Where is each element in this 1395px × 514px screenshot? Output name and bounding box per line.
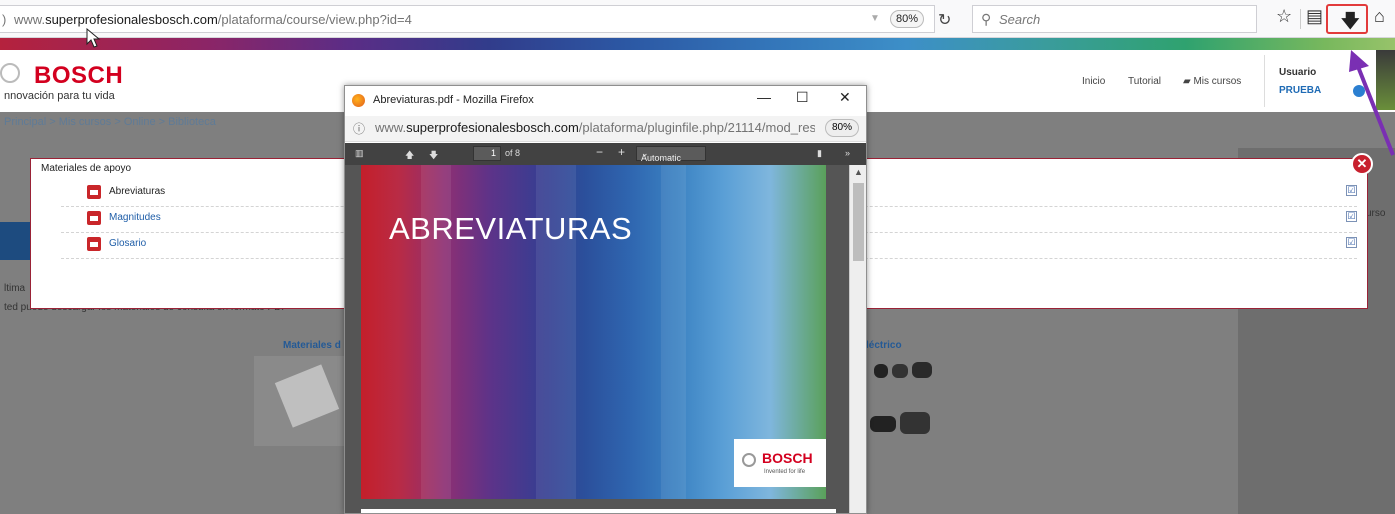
pdf-viewer-area[interactable]: ABREVIATURAS BOSCH Invented for life ▲ [345, 165, 866, 513]
reading-list-icon[interactable]: ▤ [1306, 6, 1323, 27]
background-text-1: ltima [4, 283, 26, 294]
book-icon: ▰ [1183, 76, 1194, 87]
search-icon: ⚲ [981, 11, 992, 27]
home-icon[interactable]: ⌂ [1374, 6, 1385, 27]
page-number-input[interactable]: 1 [473, 146, 501, 161]
nav-inicio[interactable]: Inicio [1082, 76, 1105, 87]
card-title-right: léctrico [866, 340, 902, 351]
bookmark-icon[interactable]: ▮ [817, 148, 822, 159]
popup-address-bar[interactable]: ⓘ www.superprofesionalesbosch.com/plataf… [345, 116, 866, 142]
bosch-armature-icon [742, 453, 756, 467]
url-edge-char: ) [2, 12, 7, 27]
left-blue-block [0, 222, 30, 260]
zoom-out-icon[interactable]: − [596, 145, 603, 159]
search-box[interactable]: ⚲ Search [972, 5, 1257, 33]
downloads-button[interactable]: 🡇 [1326, 4, 1368, 34]
address-bar[interactable]: ) www.superprofesionalesbosch.com/plataf… [0, 5, 951, 33]
previous-page-icon[interactable]: 🡅 [405, 148, 414, 164]
electrical-parts-image [866, 358, 936, 442]
pdf-file-icon [87, 211, 101, 225]
toolbar-separator [1300, 9, 1301, 29]
url-domain: superprofesionalesbosch.com [45, 12, 218, 27]
popup-zoom-indicator[interactable]: 80% [825, 119, 859, 137]
completion-checkbox[interactable]: ☑ [1346, 185, 1357, 196]
zoom-in-icon[interactable]: + [618, 145, 625, 159]
item-link-magnitudes[interactable]: Magnitudes [109, 212, 161, 223]
pdf-viewer-toolbar: ▥ 🡅 🡇 1 of 8 − + Automatic Zoom ⌄ ▮ » [345, 143, 866, 176]
zoom-indicator[interactable]: 80% [890, 10, 924, 28]
card-title-left: Materiales d [283, 340, 341, 351]
minimize-icon[interactable]: — [757, 89, 771, 105]
page-count: of 8 [505, 148, 521, 158]
pdf-bosch-logo: BOSCH Invented for life [734, 439, 826, 487]
annotation-arrow-icon [1349, 50, 1395, 156]
completion-checkbox[interactable]: ☑ [1346, 237, 1357, 248]
dialog-title: Materiales de apoyo [41, 163, 132, 174]
popup-url-path: /plataforma/pluginfile.php/21114/mod_res [578, 120, 815, 135]
popup-titlebar[interactable]: Abreviaturas.pdf - Mozilla Firefox — ☐ ✕ [345, 86, 866, 116]
pdf-popup-window: Abreviaturas.pdf - Mozilla Firefox — ☐ ✕… [344, 85, 867, 514]
pdf-next-page [361, 509, 836, 513]
popup-url[interactable]: www.superprofesionalesbosch.com/platafor… [375, 120, 815, 135]
popup-title: Abreviaturas.pdf - Mozilla Firefox [373, 94, 534, 106]
pdf-logo-text: BOSCH [762, 450, 813, 466]
url-prefix: www. [14, 12, 46, 27]
scroll-up-icon[interactable]: ▲ [854, 167, 863, 177]
bosch-armature-icon [0, 63, 20, 83]
download-arrow-icon: 🡇 [1341, 11, 1360, 31]
pdf-cover-title: ABREVIATURAS [389, 211, 633, 246]
item-link-abreviaturas[interactable]: Abreviaturas [109, 186, 165, 197]
nav-mis-cursos-label: Mis cursos [1193, 76, 1242, 87]
close-icon[interactable]: ✕ [839, 89, 851, 106]
address-url[interactable]: www.superprofesionalesbosch.com/platafor… [14, 12, 412, 27]
pdf-file-icon [87, 237, 101, 251]
bosch-tagline: nnovación para tu vida [4, 90, 115, 102]
user-name: PRUEBA [1279, 85, 1322, 96]
popup-url-prefix: www. [375, 120, 407, 135]
breadcrumb[interactable]: Principal > Mis cursos > Online > Biblio… [4, 116, 216, 128]
next-page-icon[interactable]: 🡇 [429, 148, 438, 164]
pdf-scrollbar[interactable]: ▲ [849, 165, 866, 513]
info-icon[interactable]: ⓘ [353, 120, 365, 137]
url-path: /plataforma/course/view.php?id=4 [217, 12, 412, 27]
mouse-cursor-icon [86, 28, 101, 48]
completion-checkbox[interactable]: ☑ [1346, 211, 1357, 222]
bookmark-star-icon[interactable]: ☆ [1276, 6, 1292, 27]
item-link-glosario[interactable]: Glosario [109, 238, 146, 249]
zoom-select[interactable]: Automatic Zoom ⌄ [636, 146, 706, 176]
bosch-logo[interactable]: BOSCH [34, 62, 123, 90]
user-label: Usuario [1279, 67, 1317, 78]
pdf-logo-tagline: Invented for life [764, 469, 806, 475]
search-placeholder: Search [999, 12, 1041, 27]
maximize-icon[interactable]: ☐ [796, 89, 809, 106]
url-dropdown-icon[interactable]: ▼ [870, 13, 880, 24]
popup-url-domain: superprofesionalesbosch.com [406, 120, 579, 135]
browser-toolbar: ) www.superprofesionalesbosch.com/plataf… [0, 0, 1395, 38]
pdf-cover-page: ABREVIATURAS BOSCH Invented for life [361, 165, 826, 499]
nav-tutorial[interactable]: Tutorial [1128, 76, 1161, 87]
right-column-text: urso [1366, 208, 1386, 219]
scrollbar-thumb[interactable] [853, 183, 864, 261]
firefox-logo-icon [352, 94, 365, 107]
pdf-file-icon [87, 185, 101, 199]
tools-menu-icon[interactable]: » [845, 148, 850, 158]
sidebar-toggle-icon[interactable]: ▥ [355, 148, 364, 159]
nav-mis-cursos[interactable]: ▰ Mis cursos [1183, 76, 1241, 87]
brand-color-band [0, 38, 1395, 50]
reload-icon[interactable]: ↻ [938, 10, 951, 30]
